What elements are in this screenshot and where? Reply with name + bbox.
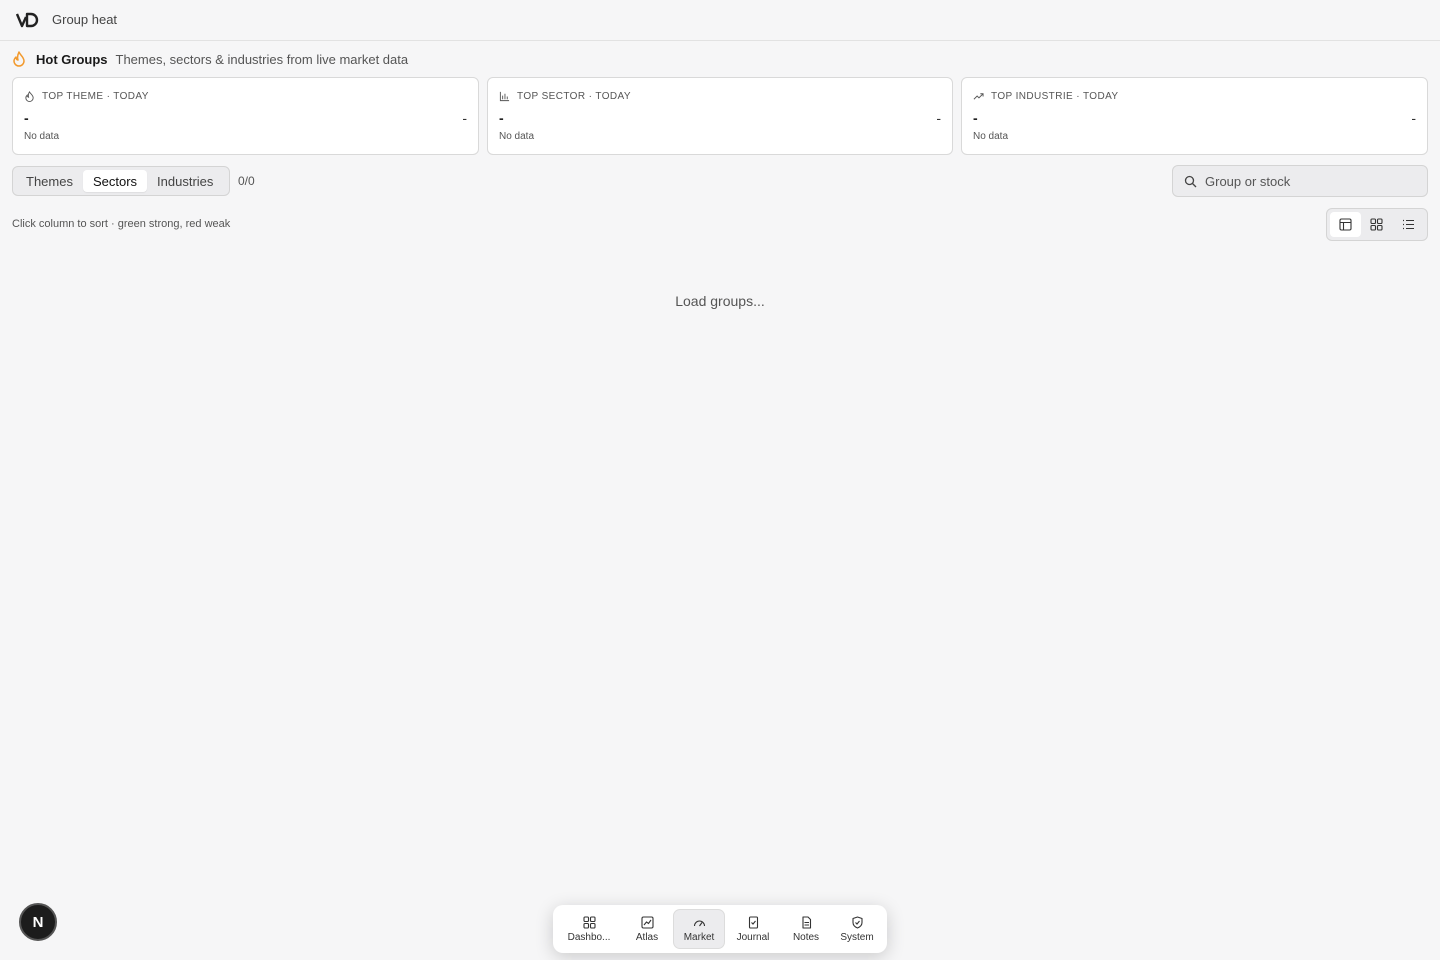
- dock-item-label: Journal: [736, 931, 770, 943]
- list-view-icon: [1402, 219, 1414, 230]
- search-input[interactable]: [1205, 166, 1420, 196]
- card-label: TOP INDUSTRIE · TODAY: [991, 90, 1119, 102]
- card-value: -: [936, 110, 941, 126]
- flame-icon: [13, 51, 25, 67]
- user-badge[interactable]: N: [19, 903, 57, 941]
- chart-icon: [640, 915, 654, 929]
- tab-themes[interactable]: Themes: [16, 170, 83, 192]
- search-icon: [1184, 175, 1197, 188]
- card-value: -: [1411, 110, 1416, 126]
- journal-icon: [748, 915, 758, 929]
- card-subtext: No data: [973, 131, 1009, 142]
- loading-message: Load groups...: [675, 293, 765, 309]
- top-theme-card[interactable]: TOP THEME · TODAY - - No data: [12, 77, 479, 155]
- card-subtext: No data: [499, 131, 535, 142]
- top-bar: Group heat: [0, 0, 1440, 41]
- card-name: -: [973, 110, 978, 126]
- page-title: Group heat: [52, 12, 118, 27]
- card-subtext: No data: [24, 131, 60, 142]
- card-value: -: [462, 110, 467, 126]
- dock-item-notes[interactable]: Notes: [781, 909, 831, 949]
- top-industry-card[interactable]: TOP INDUSTRIE · TODAY - - No data: [961, 77, 1428, 155]
- shield-icon: [851, 915, 863, 929]
- section-subtitle: Themes, sectors & industries from live m…: [115, 51, 409, 67]
- notes-icon: [801, 915, 811, 929]
- dock-item-system[interactable]: System: [831, 909, 883, 949]
- dock-item-dashboard[interactable]: Dashbo...: [557, 909, 621, 949]
- flame-icon: [25, 90, 34, 102]
- section-title: Hot Groups: [36, 51, 108, 67]
- grid-view-icon: [1370, 218, 1384, 231]
- dock-item-label: Dashbo...: [567, 931, 611, 943]
- bar-chart-icon: [499, 91, 510, 101]
- brand-logo[interactable]: [16, 11, 40, 29]
- top-sector-card[interactable]: TOP SECTOR · TODAY - - No data: [487, 77, 953, 155]
- dock-item-label: Market: [683, 931, 715, 943]
- group-type-tabs: Themes Sectors Industries: [12, 166, 230, 196]
- dock-item-label: Atlas: [635, 931, 659, 943]
- card-name: -: [24, 110, 29, 126]
- dock-item-label: System: [840, 931, 874, 943]
- card-name: -: [499, 110, 504, 126]
- grid-view-button[interactable]: [1361, 212, 1392, 237]
- table-view-button[interactable]: [1330, 212, 1362, 237]
- view-toggle: [1326, 208, 1428, 241]
- dock-item-label: Notes: [792, 931, 820, 943]
- sort-hint: Click column to sort · green strong, red…: [12, 218, 231, 230]
- list-view-button[interactable]: [1393, 212, 1424, 237]
- dock-item-atlas[interactable]: Atlas: [621, 909, 673, 949]
- tab-sectors[interactable]: Sectors: [82, 170, 148, 192]
- gauge-icon: [693, 920, 705, 926]
- trending-up-icon: [973, 92, 984, 100]
- dock-item-market[interactable]: Market: [673, 909, 725, 949]
- card-label: TOP SECTOR · TODAY: [517, 90, 631, 102]
- bottom-dock: Dashbo... Atlas Market Journal Notes Sys…: [553, 905, 887, 953]
- result-count: 0/0: [238, 174, 255, 188]
- tab-industries[interactable]: Industries: [147, 170, 223, 192]
- dashboard-icon: [582, 915, 596, 929]
- dock-item-journal[interactable]: Journal: [725, 909, 781, 949]
- search-box: [1172, 165, 1428, 197]
- table-view-icon: [1339, 218, 1352, 231]
- section-header: Hot Groups Themes, sectors & industries …: [12, 50, 408, 68]
- card-label: TOP THEME · TODAY: [42, 90, 149, 102]
